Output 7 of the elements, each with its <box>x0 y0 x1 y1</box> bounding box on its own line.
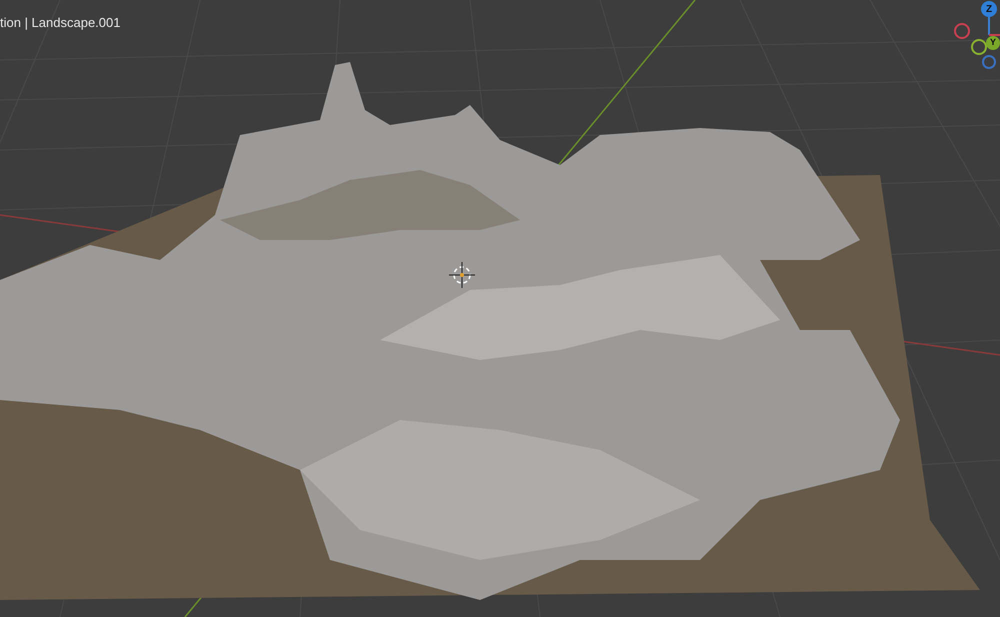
axis-handle[interactable]: Y <box>986 36 1000 50</box>
viewport-header-text: tion | Landscape.001 <box>0 14 120 32</box>
negative-z-handle-icon[interactable] <box>982 55 996 69</box>
3d-cursor-icon <box>448 262 476 288</box>
x-axis-handle-icon[interactable] <box>954 23 970 39</box>
negative-y-handle-icon[interactable] <box>971 39 987 55</box>
axis-handle[interactable]: Z <box>981 1 997 17</box>
